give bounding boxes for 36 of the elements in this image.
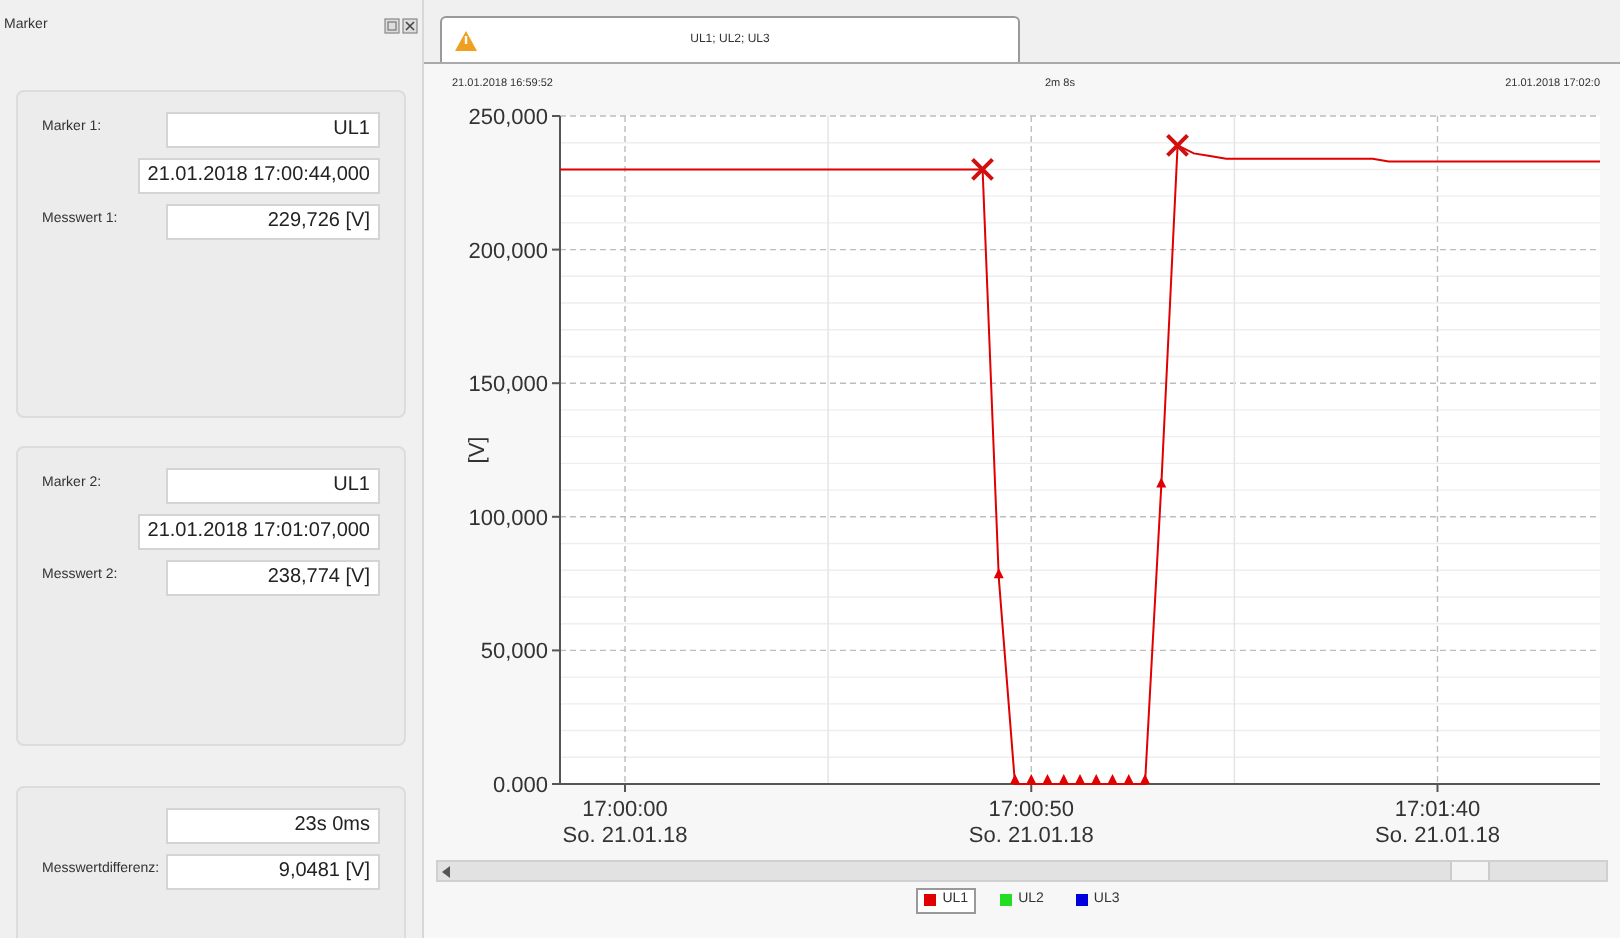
sample-point: [1075, 774, 1085, 784]
sample-point: [1140, 774, 1150, 784]
sample-point: [1091, 774, 1102, 784]
sample-point: [993, 568, 1004, 579]
value-field[interactable]: UL1: [166, 111, 380, 147]
marker-cross[interactable]: [970, 157, 995, 182]
value-field[interactable]: 9,0481 [V]: [166, 853, 380, 889]
x-tick-label: 17:00:00 So. 21.01.18: [562, 798, 688, 848]
value-field[interactable]: UL1: [166, 467, 380, 503]
y-tick-label: 100,000: [468, 506, 548, 531]
value-field[interactable]: 23s 0ms: [166, 807, 380, 843]
x-tick-label: 17:01:40 So. 21.01.18: [1375, 798, 1500, 848]
scroll-left-icon[interactable]: [442, 865, 452, 877]
sample-point: [1107, 774, 1118, 784]
sample-point: [1156, 477, 1167, 488]
scroll-thumb[interactable]: [1450, 862, 1490, 880]
y-tick-label: 250,000: [468, 106, 548, 130]
horizontal-scrollbar[interactable]: [436, 860, 1608, 882]
y-tick-label: 50,000: [480, 640, 548, 665]
value-field[interactable]: 229,726 [V]: [166, 203, 380, 239]
value-field[interactable]: 21.01.2018 17:01:07,000: [137, 513, 380, 549]
warning-icon: [454, 29, 478, 51]
y-tick-label: 0.000: [492, 774, 548, 798]
sample-point: [1026, 774, 1037, 784]
sample-point: [1042, 774, 1053, 784]
y-tick-label: 150,000: [468, 373, 548, 398]
value-field[interactable]: 238,774 [V]: [166, 559, 380, 595]
marker-cross[interactable]: [1165, 133, 1190, 158]
x-tick-label: 17:00:50 So. 21.01.18: [968, 798, 1094, 848]
y-axis-title: [V]: [466, 436, 490, 464]
sample-point: [1058, 774, 1069, 784]
sample-point: [1123, 774, 1134, 784]
y-tick-label: 200,000: [468, 239, 548, 264]
sample-point: [1010, 774, 1020, 784]
close-icon[interactable]: [402, 18, 418, 35]
value-field[interactable]: 21.01.2018 17:00:44,000: [137, 157, 380, 193]
